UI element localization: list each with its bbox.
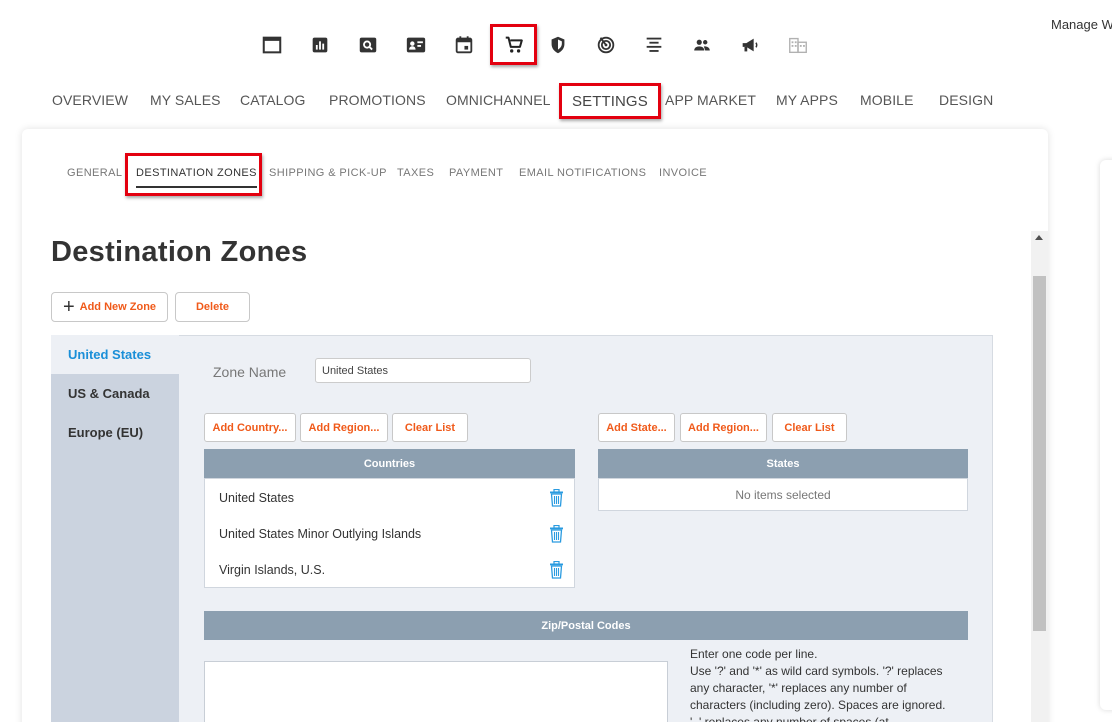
nav-settings[interactable]: SETTINGS — [559, 83, 661, 119]
main-nav: OVERVIEW MY SALES CATALOG PROMOTIONS OMN… — [0, 83, 1112, 119]
radar-icon[interactable] — [584, 26, 628, 64]
country-row: United States Minor Outlying Islands — [205, 516, 574, 552]
subnav-email-notifications[interactable]: EMAIL NOTIFICATIONS — [519, 167, 646, 179]
nav-promotions[interactable]: PROMOTIONS — [329, 92, 426, 108]
states-empty-text: No items selected — [735, 487, 831, 502]
dashboard-window-icon[interactable] — [250, 26, 294, 64]
shield-icon[interactable] — [536, 26, 580, 64]
add-region-countries-button[interactable]: Add Region... — [300, 413, 388, 442]
nav-catalog[interactable]: CATALOG — [240, 92, 306, 108]
zone-name-label: Zone Name — [213, 364, 287, 380]
trash-icon[interactable] — [549, 489, 564, 507]
sales-chart-icon[interactable] — [298, 26, 342, 64]
delete-zone-button[interactable]: Delete — [175, 292, 250, 322]
zip-codes-textarea[interactable] — [204, 661, 668, 722]
people-icon[interactable] — [680, 26, 724, 64]
megaphone-icon[interactable] — [728, 26, 772, 64]
zip-codes-header: Zip/Postal Codes — [204, 611, 968, 640]
subnav-general[interactable]: GENERAL — [67, 167, 122, 179]
shopping-cart-icon[interactable] — [490, 24, 537, 65]
zone-item-us-canada[interactable]: US & Canada — [51, 374, 179, 413]
country-name: United States — [219, 491, 295, 505]
nav-design[interactable]: DESIGN — [939, 92, 993, 108]
clear-countries-button[interactable]: Clear List — [392, 413, 468, 442]
clear-states-button[interactable]: Clear List — [772, 413, 847, 442]
subnav-invoice[interactable]: INVOICE — [659, 167, 707, 179]
country-row: United States — [205, 480, 574, 516]
country-name: Virgin Islands, U.S. — [219, 563, 326, 577]
country-row: Virgin Islands, U.S. — [205, 552, 574, 588]
manage-website-link[interactable]: Manage We — [1051, 17, 1112, 32]
zone-item-united-states[interactable]: United States — [51, 335, 179, 374]
nav-omnichannel[interactable]: OMNICHANNEL — [446, 92, 551, 108]
trash-icon[interactable] — [549, 561, 564, 579]
nav-overview[interactable]: OVERVIEW — [52, 92, 128, 108]
zone-name-input[interactable] — [315, 358, 531, 383]
trash-icon[interactable] — [549, 525, 564, 543]
subnav-taxes[interactable]: TAXES — [397, 167, 434, 179]
zip-help-line: Enter one code per line. — [690, 647, 818, 661]
buildings-icon[interactable] — [776, 26, 820, 64]
align-center-icon[interactable] — [632, 26, 676, 64]
nav-mobile[interactable]: MOBILE — [860, 92, 914, 108]
page-title: Destination Zones — [51, 236, 308, 268]
nav-my-apps[interactable]: MY APPS — [776, 92, 838, 108]
nav-my-sales[interactable]: MY SALES — [150, 92, 221, 108]
search-icon[interactable] — [346, 26, 390, 64]
zip-help-line: Use '?' and '*' as wild card symbols. '?… — [690, 664, 946, 722]
add-country-button[interactable]: Add Country... — [204, 413, 296, 442]
contact-card-icon[interactable] — [394, 26, 438, 64]
states-header: States — [598, 449, 968, 478]
countries-header: Countries — [204, 449, 575, 478]
add-state-button[interactable]: Add State... — [598, 413, 675, 442]
side-card — [1100, 160, 1112, 710]
highlight-box — [125, 153, 262, 196]
zip-help-text: Enter one code per line. Use '?' and '*'… — [690, 646, 960, 722]
scroll-up-arrow-icon[interactable] — [1035, 235, 1043, 240]
add-new-zone-button[interactable]: + Add New Zone — [51, 292, 168, 322]
plus-icon: + — [62, 296, 75, 318]
nav-app-market[interactable]: APP MARKET — [665, 92, 756, 108]
zone-item-europe[interactable]: Europe (EU) — [51, 413, 179, 452]
add-new-zone-label: Add New Zone — [79, 301, 157, 313]
subnav-shipping-pickup[interactable]: SHIPPING & PICK-UP — [269, 167, 387, 179]
page-scrollbar[interactable] — [1031, 231, 1048, 722]
states-list: No items selected — [598, 478, 968, 511]
subnav-payment[interactable]: PAYMENT — [449, 167, 503, 179]
country-name: United States Minor Outlying Islands — [219, 527, 422, 541]
calendar-icon[interactable] — [442, 26, 486, 64]
countries-list: United States United States Minor Outlyi… — [204, 478, 575, 588]
add-region-states-button[interactable]: Add Region... — [680, 413, 767, 442]
scrollbar-thumb[interactable] — [1033, 276, 1046, 631]
